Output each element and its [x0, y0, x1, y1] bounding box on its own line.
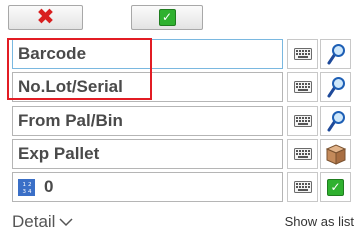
barcode-row: Barcode — [12, 39, 358, 69]
search-icon — [327, 111, 345, 132]
from-pal-bin-search-button[interactable] — [320, 106, 351, 136]
lot-serial-label: No.Lot/Serial — [18, 77, 123, 96]
keyboard-icon — [293, 81, 312, 93]
barcode-keyboard-button[interactable] — [287, 39, 318, 69]
search-icon — [327, 77, 345, 98]
svg-text:1: 1 — [23, 182, 27, 188]
barcode-field[interactable]: Barcode — [12, 39, 283, 69]
barcode-search-button[interactable] — [320, 39, 351, 69]
cancel-button[interactable]: ✖ — [8, 5, 83, 30]
quantity-field[interactable]: 1 2 3 4 0 — [12, 172, 283, 202]
from-pal-bin-label: From Pal/Bin — [18, 111, 123, 130]
show-as-list-link[interactable]: Show as list — [285, 214, 354, 229]
quantity-confirm-button[interactable]: ✓ — [320, 172, 351, 202]
lot-serial-keyboard-button[interactable] — [287, 72, 318, 102]
keyboard-icon — [293, 148, 312, 160]
box-icon — [325, 144, 346, 165]
keyboard-icon — [293, 48, 312, 60]
numeric-icon: 1 2 3 4 — [18, 178, 35, 196]
keyboard-icon — [293, 115, 312, 127]
search-icon — [327, 44, 345, 65]
detail-toggle[interactable]: Detail — [12, 212, 73, 232]
lot-serial-field[interactable]: No.Lot/Serial — [12, 72, 283, 102]
quantity-value: 0 — [44, 177, 54, 196]
quantity-keyboard-button[interactable] — [287, 172, 318, 202]
exp-pallet-field[interactable]: Exp Pallet — [12, 139, 283, 169]
exp-pallet-row: Exp Pallet — [12, 139, 358, 169]
quantity-row: 1 2 3 4 0 ✓ — [12, 172, 358, 202]
from-pal-bin-field[interactable]: From Pal/Bin — [12, 106, 283, 136]
barcode-label: Barcode — [18, 44, 87, 63]
check-icon: ✓ — [158, 9, 176, 26]
check-icon: ✓ — [327, 178, 344, 196]
from-pal-bin-row: From Pal/Bin — [12, 106, 358, 136]
confirm-button[interactable]: ✓ — [131, 5, 203, 30]
svg-text:2: 2 — [28, 182, 32, 188]
detail-label: Detail — [12, 212, 56, 231]
x-icon: ✖ — [36, 4, 55, 30]
keyboard-icon — [293, 181, 312, 193]
svg-text:4: 4 — [28, 189, 32, 195]
exp-pallet-label: Exp Pallet — [18, 144, 100, 163]
exp-pallet-keyboard-button[interactable] — [287, 139, 318, 169]
lot-serial-search-button[interactable] — [320, 72, 351, 102]
chevron-down-icon — [59, 217, 73, 226]
svg-text:3: 3 — [23, 189, 27, 195]
exp-pallet-box-button[interactable] — [320, 139, 351, 169]
from-pal-bin-keyboard-button[interactable] — [287, 106, 318, 136]
lot-serial-row: No.Lot/Serial — [12, 72, 358, 102]
